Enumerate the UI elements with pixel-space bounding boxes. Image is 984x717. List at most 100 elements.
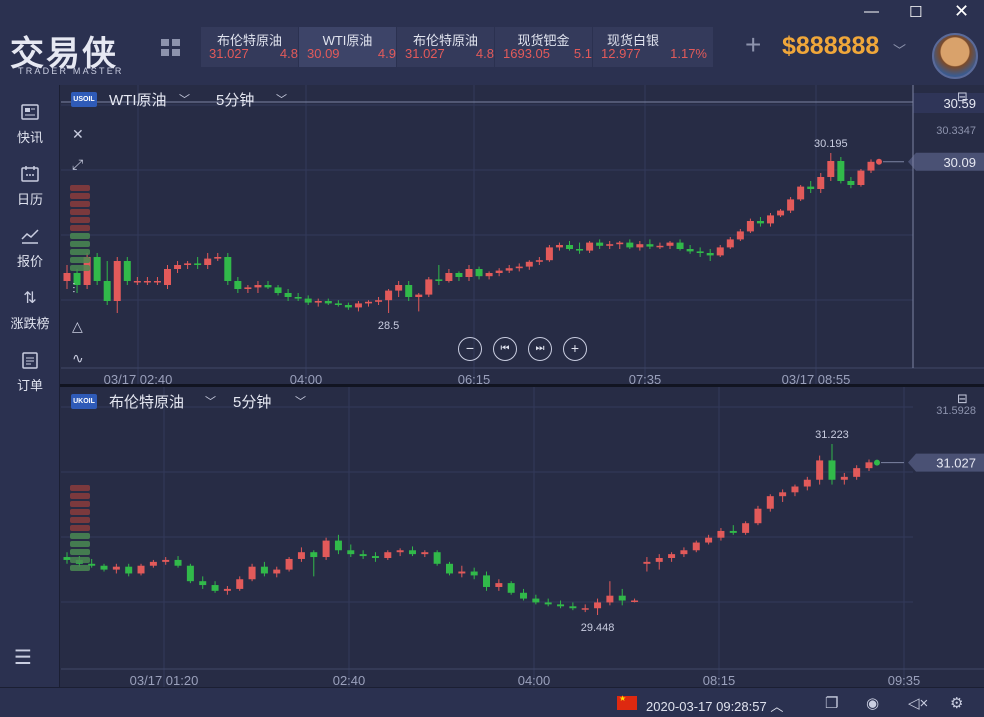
chart-symbol[interactable]: WTI原油 [109,89,167,110]
mute-icon[interactable]: ◁× [908,694,928,712]
candle-body [273,569,281,574]
close-icon[interactable]: ✕ [72,126,84,143]
china-flag-icon [617,694,637,710]
settings-gear-icon[interactable]: ⚙ [950,694,963,712]
ticker-item[interactable]: 布伦特原油 31.027 4.8 [201,27,298,67]
strength-bar-segment [70,209,90,215]
expand-icon[interactable]: ⤢ [72,156,83,173]
candle-body [297,552,305,559]
candle-body [717,530,725,538]
candle-body [395,285,403,291]
scroll-right-button[interactable]: ⏭ [528,337,552,361]
candle-body [162,559,170,562]
account-balance[interactable]: $888888 [782,32,879,61]
ticker-item[interactable]: WTI原油 30.09 4.9 [299,27,396,67]
candle-body [334,303,342,305]
ticker-price: 31.027 [405,46,445,61]
chart-symbol[interactable]: 布伦特原油 [109,391,184,412]
scroll-left-button[interactable]: ⏮ [493,337,517,361]
chart-period[interactable]: 5分钟 [233,391,271,412]
candle-body [827,161,835,177]
ticker-change: 4.8 [475,46,494,61]
candle-body [425,279,433,295]
sidebar-item-orders[interactable]: 订单 [0,341,60,397]
chevron-down-icon[interactable]: ﹀ [179,91,190,107]
chart-period[interactable]: 5分钟 [216,89,254,110]
chevron-down-icon[interactable]: ﹀ [276,91,287,107]
sidebar-item-news[interactable]: 快讯 [0,93,60,149]
candle-body [465,269,473,277]
sidebar-item-ranking[interactable]: ⇅ 涨跌榜 [0,279,60,335]
candle-body [569,606,577,609]
camera-icon[interactable]: ◉ [866,694,879,712]
compass-icon[interactable]: △ [72,318,83,335]
indicator-icon[interactable]: ⫶ [72,280,76,297]
server-time[interactable]: 2020-03-17 09:28:57 ︿ [646,696,783,715]
candle-body [515,266,523,269]
zoom-in-button[interactable]: + [563,337,587,361]
candle-body [63,273,71,281]
candle-body [576,249,584,251]
candle-body [334,540,342,551]
candle-body [557,604,565,607]
ticker-change: 4.9 [377,46,396,61]
strength-bar-segment [70,565,90,571]
candle-body [853,468,861,477]
strength-bar-segment [70,233,90,239]
grid-menu-icon[interactable] [161,39,181,57]
ticker-item[interactable]: 现货钯金 1693.05 5.1 [495,27,592,67]
candle-body [211,585,219,591]
candle-body [867,161,875,171]
current-price-label: 30.09 [943,155,976,170]
sidebar-item-quotes[interactable]: 报价 [0,217,60,273]
candle-body [174,265,182,269]
price-axis-label: 30.3347 [936,125,976,137]
brent-candlestick-chart[interactable]: 31.22329.44831.02731.592803/17 01:20 02:4… [61,387,984,688]
ticker-change: 5.1 [573,46,592,61]
candle-body [63,557,71,560]
candle-body [223,588,231,591]
candle-body [344,305,352,308]
chevron-down-icon[interactable]: ﹀ [205,393,216,409]
candle-body [857,170,865,185]
candle-body [495,583,503,587]
news-icon [20,103,40,123]
ticker-item[interactable]: 布伦特原油 31.027 4.8 [397,27,494,67]
candle-body [435,279,443,281]
candle-body [865,462,873,469]
chart-settings-icon[interactable]: ⊟ [957,391,968,407]
candle-body [532,598,540,603]
candle-body [545,247,553,261]
candle-body [294,297,302,299]
chart-settings-icon[interactable]: ⊟ [957,89,968,105]
candle-body [405,285,413,297]
minimize-icon[interactable]: — [864,3,879,20]
zoom-out-button[interactable]: − [458,337,482,361]
close-icon[interactable]: ✕ [954,1,969,22]
menu-expand-icon[interactable]: ☰ [14,645,32,670]
candle-body [746,221,754,232]
waveform-icon[interactable]: ∿ [72,350,84,367]
sidebar-item-calendar[interactable]: 日历 [0,155,60,211]
ticker-item[interactable]: 现货白银 12.977 1.17% [593,27,713,67]
avatar[interactable] [932,33,978,79]
add-ticker-button[interactable]: + [745,30,761,60]
candle-body [797,186,805,200]
symbol-badge: USOIL [71,92,97,107]
chevron-down-icon[interactable]: ﹀ [295,393,306,409]
candle-body [716,247,724,256]
maximize-icon[interactable]: ☐ [909,3,922,21]
candle-body [322,540,330,558]
chevron-down-icon[interactable]: ﹀ [893,40,906,59]
brent-chart-panel[interactable]: 31.223 29.448 31.027 31.5928 03/17 01:20 02:4… [61,387,984,688]
strength-bar-segment [70,217,90,223]
status-bar: 2020-03-17 09:28:57 ︿ ❐ ◉ ◁× ⚙ [0,687,984,717]
window-layout-icon[interactable]: ❐ [825,694,838,712]
strength-bar-segment [70,241,90,247]
updown-arrows-icon: ⇅ [23,290,37,307]
candle-body [113,261,121,301]
candle-body [385,290,393,301]
candle-body [726,239,734,248]
candle-body [581,608,589,610]
strength-bar-segment [70,533,90,539]
